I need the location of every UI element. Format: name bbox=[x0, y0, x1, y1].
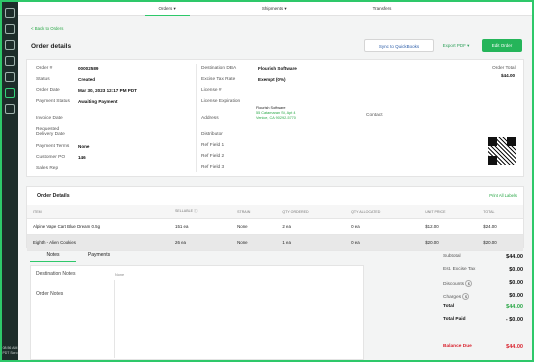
clock-text: 08:56 AM PDT Scro bbox=[2, 346, 18, 355]
notes-card: Destination Notes None Order Notes bbox=[30, 265, 364, 360]
page-title: Order details bbox=[31, 43, 72, 50]
excise-rate: Exempt (0%) bbox=[258, 77, 286, 82]
tab-notes[interactable]: Notes bbox=[30, 252, 76, 262]
destination-notes-value: None bbox=[115, 273, 125, 277]
order-field-label: Payment Terms bbox=[36, 144, 70, 149]
order-field-label: Order # bbox=[36, 66, 53, 71]
table-cell: 1 ea bbox=[276, 234, 346, 251]
tab-transfers[interactable]: Transfers bbox=[359, 2, 406, 16]
home-icon[interactable] bbox=[5, 8, 15, 18]
table-cell: None bbox=[231, 234, 277, 251]
table-cell: 26 ea bbox=[169, 234, 232, 251]
back-link[interactable]: < Back to Orders bbox=[31, 26, 63, 31]
order-details-card: Order Details Print All Labels ITEM SELLA… bbox=[26, 186, 524, 251]
contact-label: Contact bbox=[366, 113, 383, 118]
order-field-label: Invoice Date bbox=[36, 116, 63, 121]
order-field-label: Customer PO bbox=[36, 155, 66, 160]
notes-tabs: Notes Payments bbox=[30, 252, 122, 262]
destination-field-label: License # bbox=[201, 88, 222, 93]
table-row[interactable]: Eighth - Alien Cookies 26 ea None 1 ea 0 ea $… bbox=[27, 234, 523, 251]
order-details-title: Order Details bbox=[37, 193, 70, 199]
balance-due-row: Balance Due $44.00 bbox=[443, 344, 523, 350]
notes-divider bbox=[114, 280, 115, 358]
order-field-value: Created bbox=[78, 77, 96, 82]
side-rail: 08:56 AM PDT Scro bbox=[2, 2, 18, 360]
tab-payments[interactable]: Payments bbox=[76, 252, 122, 262]
order-notes-label: Order Notes bbox=[36, 291, 64, 297]
destination-field-label: Ref Field 2 bbox=[201, 154, 225, 159]
leaf-icon[interactable] bbox=[5, 40, 15, 50]
column-header: QTY ORDERED bbox=[276, 205, 346, 219]
print-labels-link[interactable]: Print All Labels bbox=[489, 193, 517, 198]
order-divider bbox=[196, 64, 197, 172]
total-row: Total $44.00 bbox=[443, 304, 523, 310]
export-pdf-button[interactable]: Export PDF ▾ bbox=[438, 39, 474, 52]
table-cell: None bbox=[231, 218, 277, 235]
grid-icon[interactable] bbox=[5, 104, 15, 114]
order-field-value: None bbox=[78, 144, 90, 149]
items-table: ITEM SELLABLE ⓘ STRAIN QTY ORDERED QTY ALLOC… bbox=[27, 205, 523, 251]
destination-field-label: Excise Tax Rate bbox=[201, 77, 236, 82]
table-cell: $20.00 bbox=[477, 234, 523, 251]
order-field-value: 00002589 bbox=[78, 66, 99, 71]
order-field-label: Status bbox=[36, 77, 50, 82]
table-cell: $12.00 bbox=[419, 218, 478, 235]
order-field-label: Order Date bbox=[36, 88, 60, 93]
subtotal-row: Subtotal $44.00 bbox=[443, 254, 523, 260]
main-panel: Orders ▾ Shipments ▾ Transfers < Back to… bbox=[18, 2, 532, 360]
column-header: UNIT PRICE bbox=[419, 205, 478, 219]
discounts-row[interactable]: Discounts $ $0.00 bbox=[443, 280, 523, 287]
table-cell: $24.00 bbox=[477, 218, 523, 235]
info-icon[interactable]: $ bbox=[465, 280, 473, 287]
table-cell: 0 ea bbox=[345, 234, 420, 251]
order-total-label: Order Total bbox=[492, 66, 516, 71]
destination-field-label: Ref Field 3 bbox=[201, 165, 225, 170]
tab-shipments[interactable]: Shipments ▾ bbox=[248, 2, 301, 16]
destination-field-label: License Expiration bbox=[201, 99, 241, 104]
excise-row: Est. Excise Tax $0.00 bbox=[443, 267, 523, 273]
table-cell: 151 ea bbox=[169, 218, 232, 235]
chart-icon[interactable] bbox=[5, 24, 15, 34]
box-icon[interactable] bbox=[5, 56, 15, 66]
column-header: STRAIN bbox=[231, 205, 277, 219]
order-field-value: Awaiting Payment bbox=[78, 99, 118, 104]
list-icon[interactable] bbox=[5, 72, 15, 82]
table-cell: Alpine Vape Cart Blue Dream 0.5g bbox=[27, 218, 169, 235]
destination-field-label: Destination DBA bbox=[201, 66, 237, 71]
table-cell: 2 ea bbox=[276, 218, 346, 235]
order-total-value: $44.00 bbox=[501, 73, 516, 78]
order-field-value: Mar 30, 2023 12:17 PM PDT bbox=[78, 88, 137, 93]
table-cell: $20.00 bbox=[419, 234, 478, 251]
edit-order-button[interactable]: Edit Order bbox=[482, 39, 522, 52]
destination-dba: Flourish Software bbox=[258, 66, 297, 71]
tab-orders[interactable]: Orders ▾ bbox=[144, 2, 190, 16]
top-nav: Orders ▾ Shipments ▾ Transfers bbox=[18, 2, 532, 16]
qr-code bbox=[488, 137, 516, 165]
column-header: QTY ALLOCATED bbox=[345, 205, 420, 219]
column-header: TOTAL bbox=[477, 205, 523, 219]
destination-notes-label: Destination Notes bbox=[36, 271, 76, 277]
table-row[interactable]: Alpine Vape Cart Blue Dream 0.5g 151 ea No… bbox=[27, 218, 523, 235]
destination-field-label: Ref Field 1 bbox=[201, 143, 225, 148]
total-paid-row: Total Paid - $0.00 bbox=[443, 317, 523, 323]
destination-field-label: Distributor bbox=[201, 132, 223, 137]
address-line2[interactable]: Venice, CA 90292-5770 bbox=[256, 116, 296, 121]
destination-field-label: Address bbox=[201, 116, 219, 121]
order-field-label: Sales Rep bbox=[36, 166, 59, 171]
order-field-label: Payment Status bbox=[36, 99, 70, 104]
column-header: SELLABLE ⓘ bbox=[169, 205, 232, 219]
sync-quickbooks-button[interactable]: Sync to QuickBooks bbox=[364, 39, 434, 52]
column-header: ITEM bbox=[27, 205, 169, 219]
table-cell: Eighth - Alien Cookies bbox=[27, 234, 169, 251]
table-cell: 0 ea bbox=[345, 218, 420, 235]
orders-icon[interactable] bbox=[5, 88, 15, 98]
order-field-value: 146 bbox=[78, 155, 86, 160]
charges-row[interactable]: Charges $ $0.00 bbox=[443, 293, 523, 300]
order-field-label: Requested Delivery Date bbox=[36, 127, 65, 137]
info-icon[interactable]: $ bbox=[462, 293, 470, 300]
